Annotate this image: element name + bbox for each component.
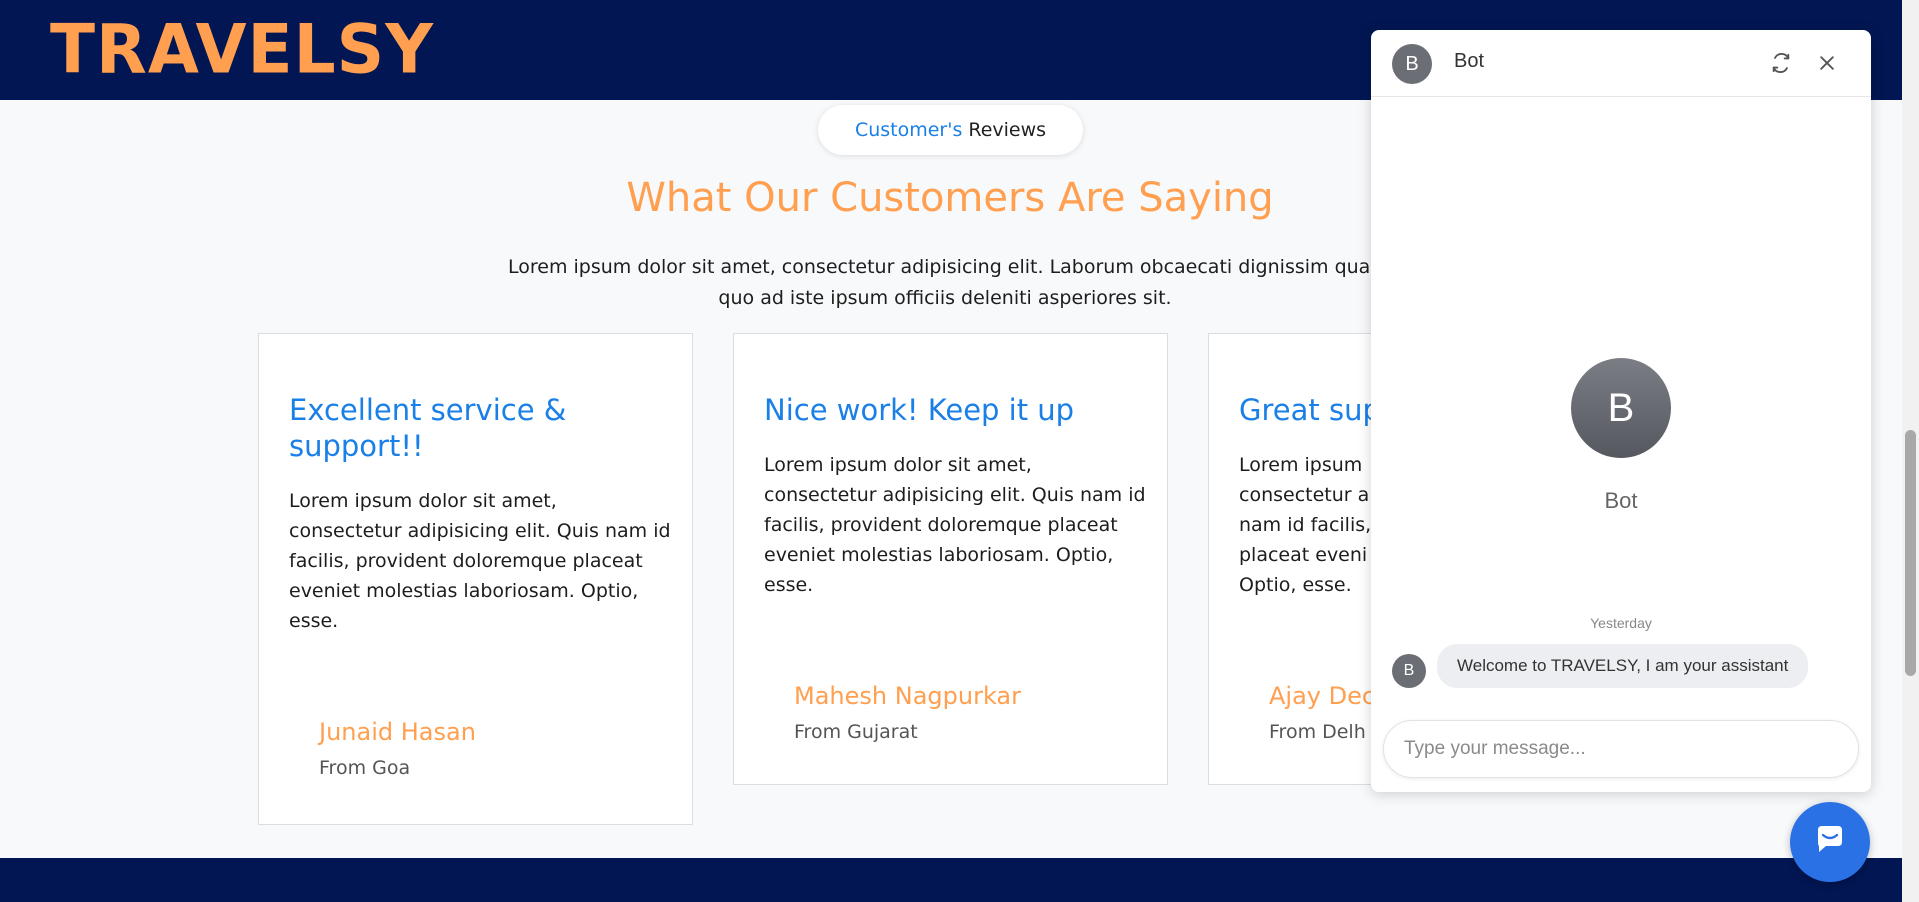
chat-header: B Bot (1371, 30, 1871, 97)
chat-title: Bot (1454, 50, 1485, 72)
review-text: Lorem ipsum dolor sit amet, consectetur … (289, 490, 671, 632)
section-tag-highlight: Customer's (854, 119, 963, 141)
review-author: Junaid Hasan (319, 718, 476, 746)
review-card: Nice work! Keep it up Lorem ipsum dolor … (733, 333, 1168, 785)
review-text: Lorem ipsum dolor sit amet, consectetur … (764, 454, 1146, 596)
review-card: Excellent service & support!! Lorem ipsu… (258, 333, 693, 825)
review-title: Nice work! Keep it up (764, 393, 1075, 427)
bot-avatar: B (1392, 44, 1432, 84)
chat-launcher-button[interactable] (1790, 802, 1870, 882)
section-tag: Customer's Reviews (818, 105, 1083, 155)
close-icon[interactable] (1811, 47, 1843, 79)
message-avatar: B (1392, 654, 1426, 688)
chat-message-input[interactable] (1383, 720, 1859, 778)
review-author: Ajay Dec (1269, 682, 1376, 710)
review-location: From Gujarat (794, 721, 918, 743)
travelsy-logo[interactable]: TRAVELSY (50, 13, 434, 86)
review-location: From Delh (1269, 721, 1366, 743)
refresh-icon[interactable] (1765, 47, 1797, 79)
review-title: Excellent service & support!! (289, 393, 567, 463)
footer-bar (0, 858, 1919, 902)
review-text: Lorem ipsum consectetur a nam id facilis… (1239, 454, 1372, 596)
chat-bubble-icon (1810, 820, 1850, 864)
message-date-label: Yesterday (1590, 615, 1652, 631)
section-description: Lorem ipsum dolor sit amet, consectetur … (508, 256, 1382, 309)
review-location: From Goa (319, 757, 411, 779)
scrollbar-thumb[interactable] (1905, 430, 1916, 676)
bot-message-bubble: Welcome to TRAVELSY, I am your assistant (1437, 644, 1809, 688)
section-tag-label: Reviews (968, 119, 1047, 141)
review-author: Mahesh Nagpurkar (794, 682, 1021, 710)
bot-name-large: Bot (1604, 488, 1638, 513)
section-heading: What Our Customers Are Saying (626, 175, 1274, 221)
chat-widget: B Bot B Bot Yesterday B Welcome to TRAVE… (1371, 30, 1871, 792)
bot-avatar-large: B (1571, 358, 1671, 458)
